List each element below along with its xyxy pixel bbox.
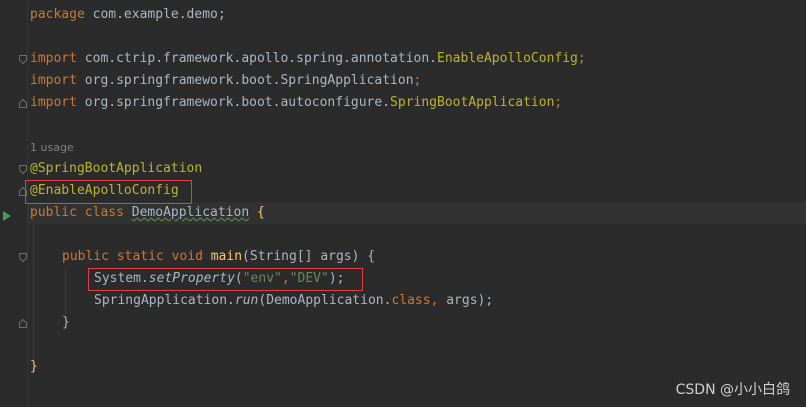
fold-marker-icon[interactable] bbox=[19, 253, 27, 262]
close-brace: } bbox=[30, 359, 38, 374]
keyword-class: class bbox=[76, 205, 132, 220]
keyword-public: public bbox=[30, 205, 77, 220]
spring-application-object: SpringApplication. bbox=[94, 293, 235, 308]
package-name: com.example.demo; bbox=[84, 7, 226, 22]
keyword-class-ref: class bbox=[391, 293, 431, 308]
import-path: org.springframework.boot.SpringApplicati… bbox=[76, 73, 414, 88]
fold-marker-icon[interactable] bbox=[19, 55, 27, 64]
run-args-start: (DemoApplication. bbox=[258, 293, 392, 308]
code-line-main-method[interactable]: public static void main(String[] args) { bbox=[62, 246, 375, 268]
code-line-import-3[interactable]: import org.springframework.boot.autoconf… bbox=[30, 92, 562, 114]
fold-marker-icon[interactable] bbox=[19, 99, 27, 108]
method-name-main: main bbox=[210, 249, 243, 264]
fold-marker-icon[interactable] bbox=[19, 165, 27, 174]
import-path: org.springframework.boot.autoconfigure. bbox=[76, 95, 391, 110]
highlight-box-annotation bbox=[25, 180, 192, 204]
code-line-import-1[interactable]: import com.ctrip.framework.apollo.spring… bbox=[30, 48, 586, 70]
keyword-import: import bbox=[30, 73, 77, 88]
highlight-box-set-property bbox=[88, 268, 363, 291]
code-line-import-2[interactable]: import org.springframework.boot.SpringAp… bbox=[30, 70, 421, 92]
open-brace: { bbox=[249, 205, 265, 220]
keyword-public: public bbox=[62, 249, 109, 264]
code-line-annotation-1[interactable]: @SpringBootApplication bbox=[30, 158, 202, 180]
code-line-spring-run[interactable]: SpringApplication.run(DemoApplication.cl… bbox=[94, 290, 493, 312]
semicolon: ; bbox=[413, 73, 422, 88]
code-editor[interactable]: package com.example.demo; import com.ctr… bbox=[0, 0, 806, 407]
annotation-springbootapplication: @SpringBootApplication bbox=[30, 161, 203, 176]
run-args-end: args); bbox=[438, 293, 494, 308]
run-gutter-icon[interactable] bbox=[2, 207, 12, 221]
semicolon: ; bbox=[577, 51, 586, 66]
code-line-close-class[interactable]: } bbox=[30, 356, 38, 378]
indent-guide bbox=[33, 224, 34, 360]
import-class: SpringBootApplication bbox=[390, 95, 555, 110]
code-line-class-declaration[interactable]: public class DemoApplication { bbox=[30, 202, 265, 224]
method-run: run bbox=[234, 293, 259, 308]
code-line-package[interactable]: package com.example.demo; bbox=[30, 4, 226, 26]
keyword-import: import bbox=[30, 51, 77, 66]
keyword-void: void bbox=[171, 249, 211, 264]
watermark: CSDN @小小白鸽 bbox=[675, 382, 790, 398]
keyword-package: package bbox=[30, 7, 85, 22]
code-line-close-method[interactable]: } bbox=[62, 312, 70, 334]
keyword-import: import bbox=[30, 95, 77, 110]
close-brace: } bbox=[62, 315, 70, 330]
usage-hint[interactable]: 1 usage bbox=[30, 140, 74, 156]
class-name: DemoApplication bbox=[131, 205, 250, 220]
indent-guide bbox=[65, 268, 66, 314]
import-class: EnableApolloConfig bbox=[437, 51, 578, 66]
top-edge bbox=[30, 0, 806, 2]
fold-marker-icon[interactable] bbox=[19, 319, 27, 328]
method-params: (String[] args) { bbox=[242, 249, 376, 264]
semicolon: ; bbox=[554, 95, 563, 110]
import-path: com.ctrip.framework.apollo.spring.annota… bbox=[76, 51, 437, 66]
keyword-static: static bbox=[108, 249, 172, 264]
